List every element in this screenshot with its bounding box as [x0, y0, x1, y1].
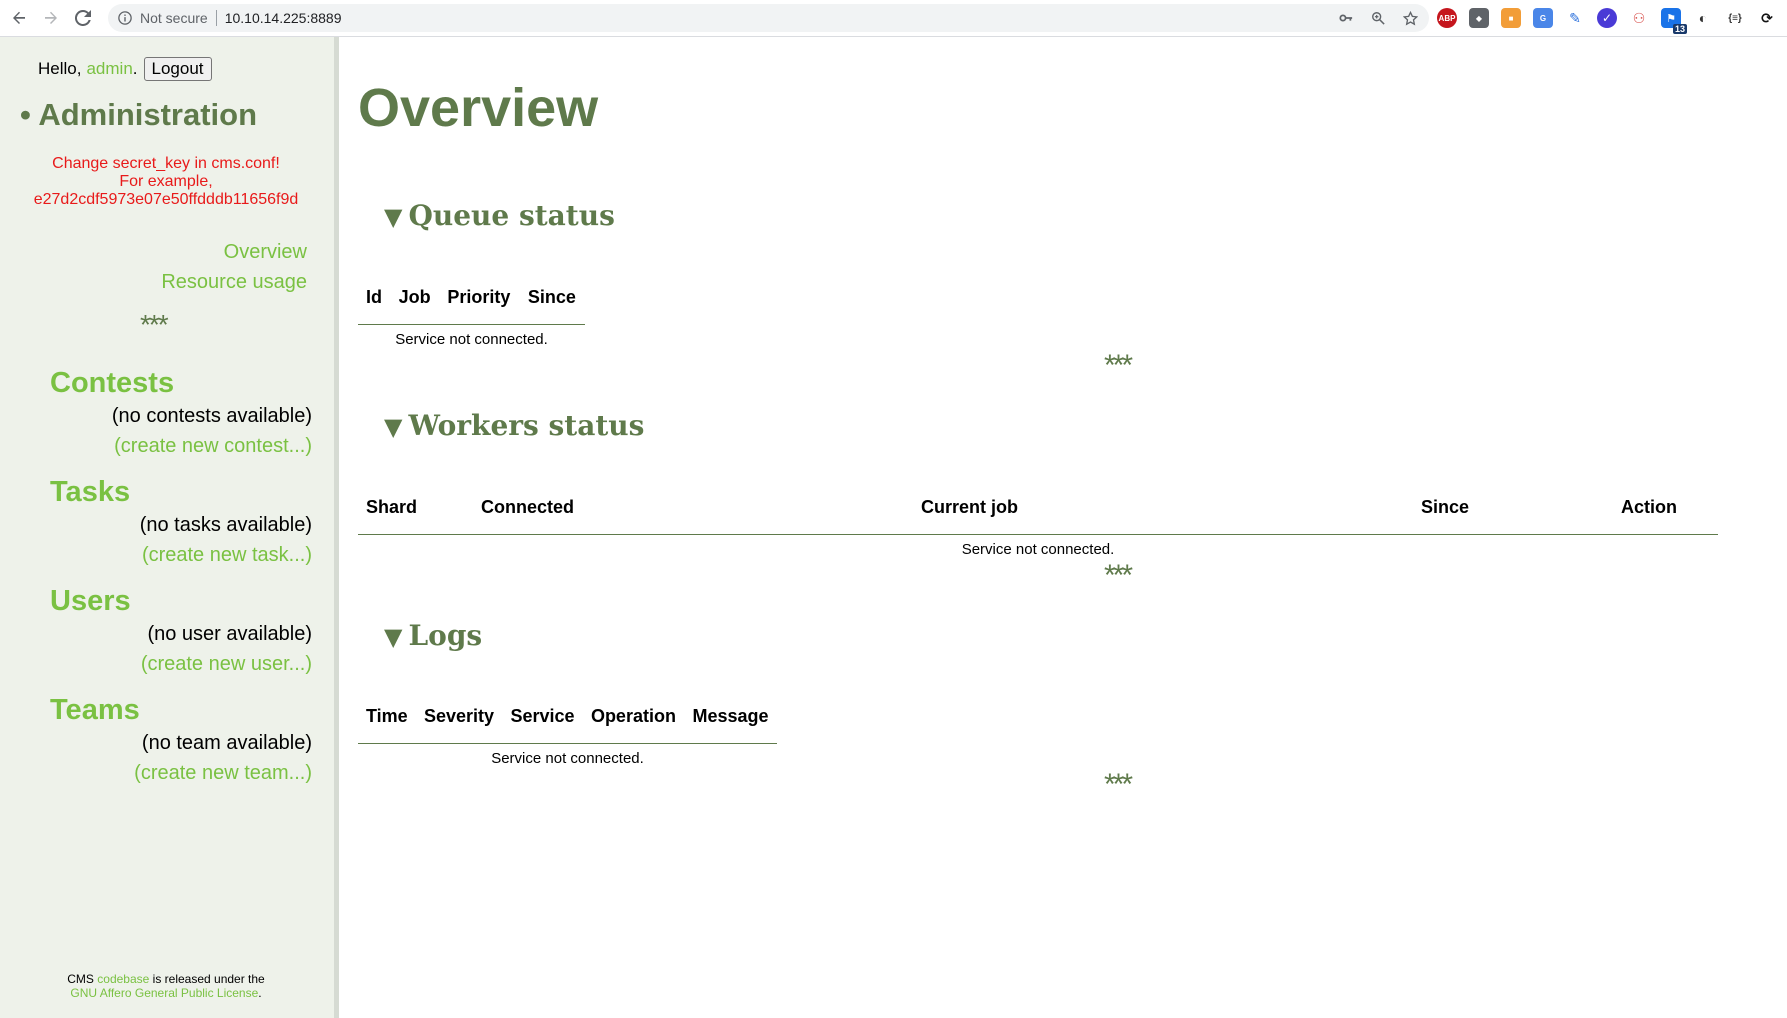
logs-col-operation: Operation	[582, 692, 685, 744]
collapse-triangle-icon: ▼	[384, 203, 403, 231]
pen-extension-icon[interactable]: ✎	[1565, 8, 1585, 28]
key-icon[interactable]	[1337, 9, 1355, 27]
logs-status-message: Service not connected.	[491, 750, 644, 767]
zoom-icon[interactable]	[1369, 9, 1387, 27]
create-team-link[interactable]: (create new team...)	[134, 762, 312, 785]
logs-heading: Logs	[408, 619, 483, 652]
greeting: Hello, admin . Logout	[38, 57, 212, 81]
json-extension-icon[interactable]: {≡}	[1725, 8, 1745, 28]
orange-extension-icon[interactable]: ■	[1501, 8, 1521, 28]
username-link[interactable]: admin	[86, 59, 132, 79]
queue-status-heading: Queue status	[408, 199, 615, 232]
sync-extension-icon[interactable]: ⟳	[1757, 8, 1777, 28]
secret-key-warning: Change secret_key in cms.conf! For examp…	[20, 155, 312, 209]
workers-col-current-job: Current job	[913, 483, 1413, 535]
queue-col-priority: Priority	[439, 273, 520, 325]
queue-col-since: Since	[519, 273, 585, 325]
codebase-link[interactable]: codebase	[97, 972, 149, 986]
queue-col-id: Id	[358, 273, 391, 325]
logs-col-service: Service	[502, 692, 583, 744]
collapse-triangle-icon: ▼	[384, 623, 403, 651]
warning-line-1: Change secret_key in cms.conf!	[52, 155, 280, 172]
nav-overview-link[interactable]: Overview	[161, 237, 307, 267]
workers-col-connected: Connected	[473, 483, 913, 535]
omnibox-divider	[215, 10, 217, 26]
nav-resource-usage-link[interactable]: Resource usage	[161, 267, 307, 297]
logs-separator: ***	[1104, 768, 1133, 801]
warning-line-2: For example,	[119, 173, 213, 190]
workers-col-shard: Shard	[358, 483, 473, 535]
queue-separator: ***	[1104, 349, 1133, 382]
back-icon[interactable]	[6, 5, 32, 31]
shield-extension-icon[interactable]: ◆	[1469, 8, 1489, 28]
collapse-triangle-icon: ▼	[384, 413, 403, 441]
network-extension-icon[interactable]: ⚇	[1629, 8, 1649, 28]
footer-prefix: CMS	[67, 972, 94, 986]
create-contest-link[interactable]: (create new contest...)	[114, 435, 312, 458]
dark-mode-extension-icon[interactable]: ◐	[1693, 8, 1713, 28]
queue-table: Id Job Priority Since Service not connec…	[358, 273, 585, 354]
tasks-empty-text: (no tasks available)	[139, 514, 312, 536]
teams-heading: Teams	[50, 694, 140, 726]
users-empty-text: (no user available)	[147, 623, 312, 645]
check-extension-icon[interactable]: ✓	[1597, 8, 1617, 28]
security-label: Not secure	[140, 10, 208, 26]
url-text[interactable]: 10.10.14.225:8889	[225, 10, 342, 26]
address-bar[interactable]: Not secure 10.10.14.225:8889	[108, 4, 1429, 32]
extension-badge-count: 13	[1672, 24, 1687, 34]
tasks-heading: Tasks	[50, 476, 131, 508]
badge-extension-icon[interactable]: ⚑ 13	[1661, 8, 1687, 34]
teams-empty-text: (no team available)	[141, 732, 312, 754]
contests-empty-text: (no contests available)	[111, 405, 312, 427]
greeting-end: .	[132, 59, 138, 78]
create-user-link[interactable]: (create new user...)	[141, 653, 312, 676]
queue-col-job: Job	[390, 273, 440, 325]
adblock-extension-icon[interactable]: ABP	[1437, 8, 1457, 28]
bookmark-star-icon[interactable]	[1401, 9, 1419, 27]
sidebar-nav: Overview Resource usage	[161, 237, 307, 297]
license-footer: CMS codebase is released under the GNU A…	[20, 972, 312, 1000]
reload-icon[interactable]	[70, 5, 96, 31]
logs-col-severity: Severity	[415, 692, 503, 744]
sidebar-separator: ***	[140, 309, 169, 340]
workers-separator: ***	[1104, 559, 1133, 592]
workers-col-action: Action	[1613, 483, 1718, 535]
greeting-text: Hello,	[38, 59, 82, 78]
workers-status-toggle[interactable]: ▼ Workers status	[384, 409, 644, 442]
administration-heading: • Administration	[20, 97, 258, 132]
page-title: Overview	[358, 78, 599, 138]
info-icon[interactable]	[118, 10, 134, 26]
logout-button[interactable]: Logout	[143, 57, 212, 81]
main-content: Overview ▼ Queue status Id Job Priority S…	[344, 37, 1787, 1018]
translate-extension-icon[interactable]: G	[1533, 8, 1553, 28]
logs-col-message: Message	[684, 692, 777, 744]
logs-table: Time Severity Service Operation Message …	[358, 692, 777, 773]
queue-status-message: Service not connected.	[395, 331, 548, 348]
workers-status-message: Service not connected.	[961, 541, 1115, 558]
workers-status-heading: Workers status	[408, 409, 645, 442]
browser-toolbar: Not secure 10.10.14.225:8889 ABP ◆ ■ G ✎…	[0, 0, 1787, 37]
license-link[interactable]: GNU Affero General Public License	[70, 986, 258, 1000]
queue-status-toggle[interactable]: ▼ Queue status	[384, 199, 615, 232]
footer-end: .	[258, 986, 262, 1000]
contests-heading: Contests	[50, 367, 175, 399]
logs-col-time: Time	[358, 692, 416, 744]
logs-toggle[interactable]: ▼ Logs	[384, 619, 482, 652]
forward-icon[interactable]	[38, 5, 64, 31]
users-heading: Users	[50, 585, 131, 617]
warning-line-3: e27d2cdf5973e07e50ffdddb11656f9d	[33, 191, 299, 208]
create-task-link[interactable]: (create new task...)	[142, 544, 312, 567]
workers-col-since: Since	[1413, 483, 1613, 535]
workers-table: Shard Connected Current job Since Action…	[358, 483, 1718, 564]
admin-sidebar: Hello, admin . Logout • Administration C…	[0, 37, 339, 1018]
footer-middle: is released under the	[152, 972, 265, 986]
